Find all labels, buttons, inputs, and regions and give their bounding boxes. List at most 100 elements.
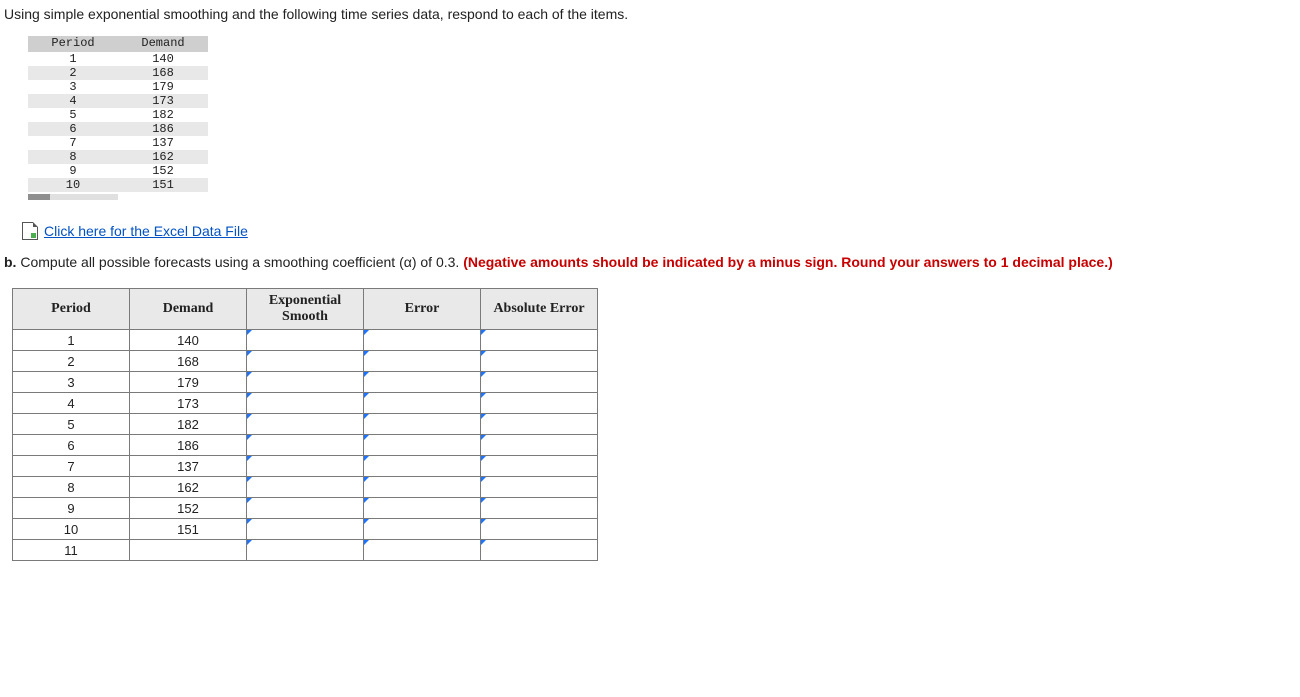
ans-period-cell: 4 bbox=[13, 393, 130, 414]
ans-demand-cell: 186 bbox=[130, 435, 247, 456]
ans-input-exp[interactable] bbox=[247, 456, 364, 477]
partb-text: Compute all possible forecasts using a s… bbox=[16, 254, 463, 270]
ans-col-period: Period bbox=[13, 289, 130, 330]
table-row: 9152 bbox=[28, 164, 208, 178]
ans-demand-cell: 137 bbox=[130, 456, 247, 477]
ans-input-abserr[interactable] bbox=[481, 393, 598, 414]
table-row: 2168 bbox=[13, 351, 598, 372]
ans-period-cell: 9 bbox=[13, 498, 130, 519]
ans-input-abserr[interactable] bbox=[481, 330, 598, 351]
ans-input-exp[interactable] bbox=[247, 330, 364, 351]
demand-cell: 140 bbox=[118, 51, 208, 66]
partb-label: b. bbox=[4, 254, 16, 270]
period-cell: 3 bbox=[28, 80, 118, 94]
demand-cell: 162 bbox=[118, 150, 208, 164]
ans-demand-cell: 179 bbox=[130, 372, 247, 393]
ans-input-err[interactable] bbox=[364, 456, 481, 477]
ans-period-cell: 6 bbox=[13, 435, 130, 456]
ans-input-abserr[interactable] bbox=[481, 477, 598, 498]
period-cell: 9 bbox=[28, 164, 118, 178]
table-row: 8162 bbox=[28, 150, 208, 164]
ans-input-err[interactable] bbox=[364, 498, 481, 519]
ans-input-err[interactable] bbox=[364, 372, 481, 393]
table-row: 1140 bbox=[13, 330, 598, 351]
intro-text: Using simple exponential smoothing and t… bbox=[4, 6, 1296, 22]
ans-period-cell: 7 bbox=[13, 456, 130, 477]
ans-input-exp[interactable] bbox=[247, 393, 364, 414]
table-row: 10151 bbox=[28, 178, 208, 192]
table-row: 1140 bbox=[28, 51, 208, 66]
ans-input-err[interactable] bbox=[364, 351, 481, 372]
ans-input-exp[interactable] bbox=[247, 372, 364, 393]
demand-cell: 152 bbox=[118, 164, 208, 178]
ans-input-abserr[interactable] bbox=[481, 456, 598, 477]
table-row: 6186 bbox=[13, 435, 598, 456]
ans-demand-cell: 173 bbox=[130, 393, 247, 414]
partb-prompt: b. Compute all possible forecasts using … bbox=[4, 254, 1296, 270]
ans-input-err[interactable] bbox=[364, 393, 481, 414]
period-cell: 7 bbox=[28, 136, 118, 150]
ans-input-exp[interactable] bbox=[247, 498, 364, 519]
ans-input-err[interactable] bbox=[364, 477, 481, 498]
ans-input-exp[interactable] bbox=[247, 477, 364, 498]
ans-demand-cell: 168 bbox=[130, 351, 247, 372]
table-row: 7137 bbox=[13, 456, 598, 477]
excel-link-text: Click here for the Excel Data File bbox=[44, 223, 248, 239]
demand-cell: 186 bbox=[118, 122, 208, 136]
excel-file-icon bbox=[22, 222, 38, 240]
period-cell: 6 bbox=[28, 122, 118, 136]
table-row: 8162 bbox=[13, 477, 598, 498]
ans-period-cell: 11 bbox=[13, 540, 130, 561]
ans-demand-cell: 151 bbox=[130, 519, 247, 540]
answer-table: Period Demand Exponential Smooth Error A… bbox=[12, 288, 598, 561]
ans-input-exp[interactable] bbox=[247, 540, 364, 561]
ans-input-abserr[interactable] bbox=[481, 435, 598, 456]
excel-data-file-link[interactable]: Click here for the Excel Data File bbox=[22, 222, 1296, 240]
ans-demand-cell bbox=[130, 540, 247, 561]
demand-cell: 168 bbox=[118, 66, 208, 80]
ans-input-abserr[interactable] bbox=[481, 540, 598, 561]
table-row: 3179 bbox=[13, 372, 598, 393]
demand-cell: 179 bbox=[118, 80, 208, 94]
ans-col-abs-error: Absolute Error bbox=[481, 289, 598, 330]
ans-input-exp[interactable] bbox=[247, 435, 364, 456]
ans-input-abserr[interactable] bbox=[481, 498, 598, 519]
ans-input-exp[interactable] bbox=[247, 519, 364, 540]
ans-input-abserr[interactable] bbox=[481, 414, 598, 435]
period-cell: 8 bbox=[28, 150, 118, 164]
partb-red-instruction: (Negative amounts should be indicated by… bbox=[463, 254, 1113, 270]
table-row: 2168 bbox=[28, 66, 208, 80]
col-period-header: Period bbox=[28, 36, 118, 51]
ans-input-exp[interactable] bbox=[247, 414, 364, 435]
ans-period-cell: 3 bbox=[13, 372, 130, 393]
period-cell: 10 bbox=[28, 178, 118, 192]
demand-cell: 151 bbox=[118, 178, 208, 192]
ans-demand-cell: 162 bbox=[130, 477, 247, 498]
ans-demand-cell: 140 bbox=[130, 330, 247, 351]
ans-period-cell: 2 bbox=[13, 351, 130, 372]
table-row: 4173 bbox=[13, 393, 598, 414]
table-row: 5182 bbox=[13, 414, 598, 435]
table-row: 7137 bbox=[28, 136, 208, 150]
ans-input-err[interactable] bbox=[364, 519, 481, 540]
table-row: 11 bbox=[13, 540, 598, 561]
ans-col-error: Error bbox=[364, 289, 481, 330]
ans-input-abserr[interactable] bbox=[481, 519, 598, 540]
ans-input-err[interactable] bbox=[364, 414, 481, 435]
ans-input-err[interactable] bbox=[364, 435, 481, 456]
ans-input-abserr[interactable] bbox=[481, 351, 598, 372]
table-row: 3179 bbox=[28, 80, 208, 94]
table-row: 4173 bbox=[28, 94, 208, 108]
demand-cell: 137 bbox=[118, 136, 208, 150]
col-demand-header: Demand bbox=[118, 36, 208, 51]
demand-cell: 173 bbox=[118, 94, 208, 108]
demand-cell: 182 bbox=[118, 108, 208, 122]
ans-input-err[interactable] bbox=[364, 540, 481, 561]
ans-period-cell: 10 bbox=[13, 519, 130, 540]
period-cell: 2 bbox=[28, 66, 118, 80]
table-row: 10151 bbox=[13, 519, 598, 540]
ans-input-exp[interactable] bbox=[247, 351, 364, 372]
table-row: 6186 bbox=[28, 122, 208, 136]
ans-input-err[interactable] bbox=[364, 330, 481, 351]
ans-input-abserr[interactable] bbox=[481, 372, 598, 393]
